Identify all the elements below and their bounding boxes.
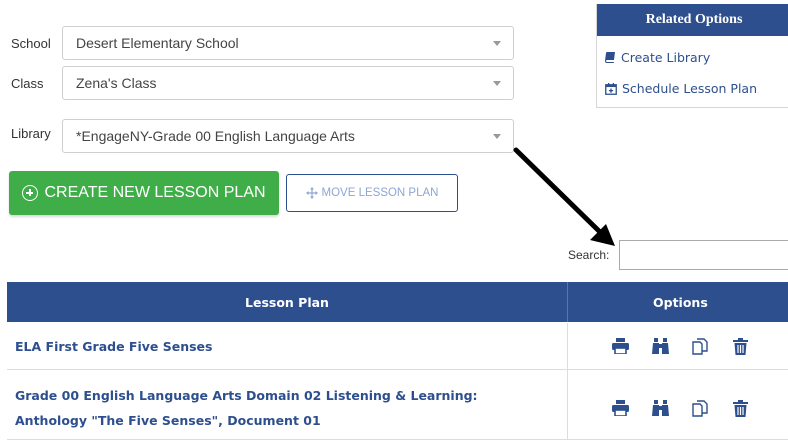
print-icon[interactable]: [611, 337, 629, 355]
options-column-header: Options: [653, 294, 708, 310]
lesson-plan-title-link[interactable]: Grade 00 English Language Arts Domain 02…: [15, 383, 478, 433]
search-label: Search:: [568, 248, 610, 262]
row-options: [611, 399, 771, 417]
move-arrows-icon: [305, 187, 318, 199]
schedule-lesson-plan-label: Schedule Lesson Plan: [622, 81, 758, 96]
class-label: Class: [11, 76, 44, 91]
chevron-down-icon: [493, 81, 501, 86]
table-row: ELA First Grade Five Senses: [7, 323, 788, 370]
row-options: [611, 337, 771, 355]
chevron-down-icon: [493, 134, 501, 139]
search-input[interactable]: [619, 240, 788, 270]
related-options-title: Related Options: [597, 4, 788, 36]
lesson-plan-title-line: ELA First Grade Five Senses: [15, 339, 213, 354]
class-select-value: Zena's Class: [76, 75, 157, 91]
print-icon[interactable]: [611, 399, 629, 417]
lesson-plan-table-header: Lesson Plan Options: [7, 282, 788, 322]
school-select[interactable]: Desert Elementary School: [62, 26, 514, 60]
create-new-lesson-plan-button[interactable]: CREATE NEW LESSON PLAN: [9, 171, 279, 215]
create-library-link[interactable]: Create Library: [605, 50, 710, 65]
preview-binoculars-icon[interactable]: [651, 337, 669, 355]
class-select[interactable]: Zena's Class: [62, 66, 514, 100]
library-select-value: *EngageNY-Grade 00 English Language Arts: [76, 128, 355, 144]
table-row: Grade 00 English Language Arts Domain 02…: [7, 370, 788, 440]
school-label: School: [11, 36, 51, 51]
copy-icon[interactable]: [691, 399, 709, 417]
circle-plus-icon: [22, 185, 39, 201]
lesson-plan-title-line: Anthology "The Five Senses", Document 01: [15, 413, 321, 428]
preview-binoculars-icon[interactable]: [651, 399, 669, 417]
lesson-plan-column-header[interactable]: Lesson Plan: [7, 282, 567, 322]
create-new-lesson-plan-label: CREATE NEW LESSON PLAN: [44, 184, 266, 201]
lesson-plan-title-line: Grade 00 English Language Arts Domain 02…: [15, 388, 478, 403]
library-select[interactable]: *EngageNY-Grade 00 English Language Arts: [62, 119, 514, 153]
schedule-lesson-plan-link[interactable]: Schedule Lesson Plan: [605, 81, 757, 96]
move-lesson-plan-label: MOVE LESSON PLAN: [321, 187, 439, 199]
delete-trash-icon[interactable]: [731, 337, 749, 355]
chevron-down-icon: [493, 41, 501, 46]
calendar-plus-icon: [605, 82, 617, 95]
create-library-label: Create Library: [621, 50, 711, 65]
copy-icon[interactable]: [691, 337, 709, 355]
book-icon: [605, 52, 615, 63]
related-options-panel: Related Options Create Library Schedule …: [596, 4, 788, 108]
library-label: Library: [11, 126, 51, 141]
school-select-value: Desert Elementary School: [76, 35, 239, 51]
move-lesson-plan-button[interactable]: MOVE LESSON PLAN: [286, 174, 458, 212]
lesson-plan-title-link[interactable]: ELA First Grade Five Senses: [15, 334, 212, 359]
delete-trash-icon[interactable]: [731, 399, 749, 417]
